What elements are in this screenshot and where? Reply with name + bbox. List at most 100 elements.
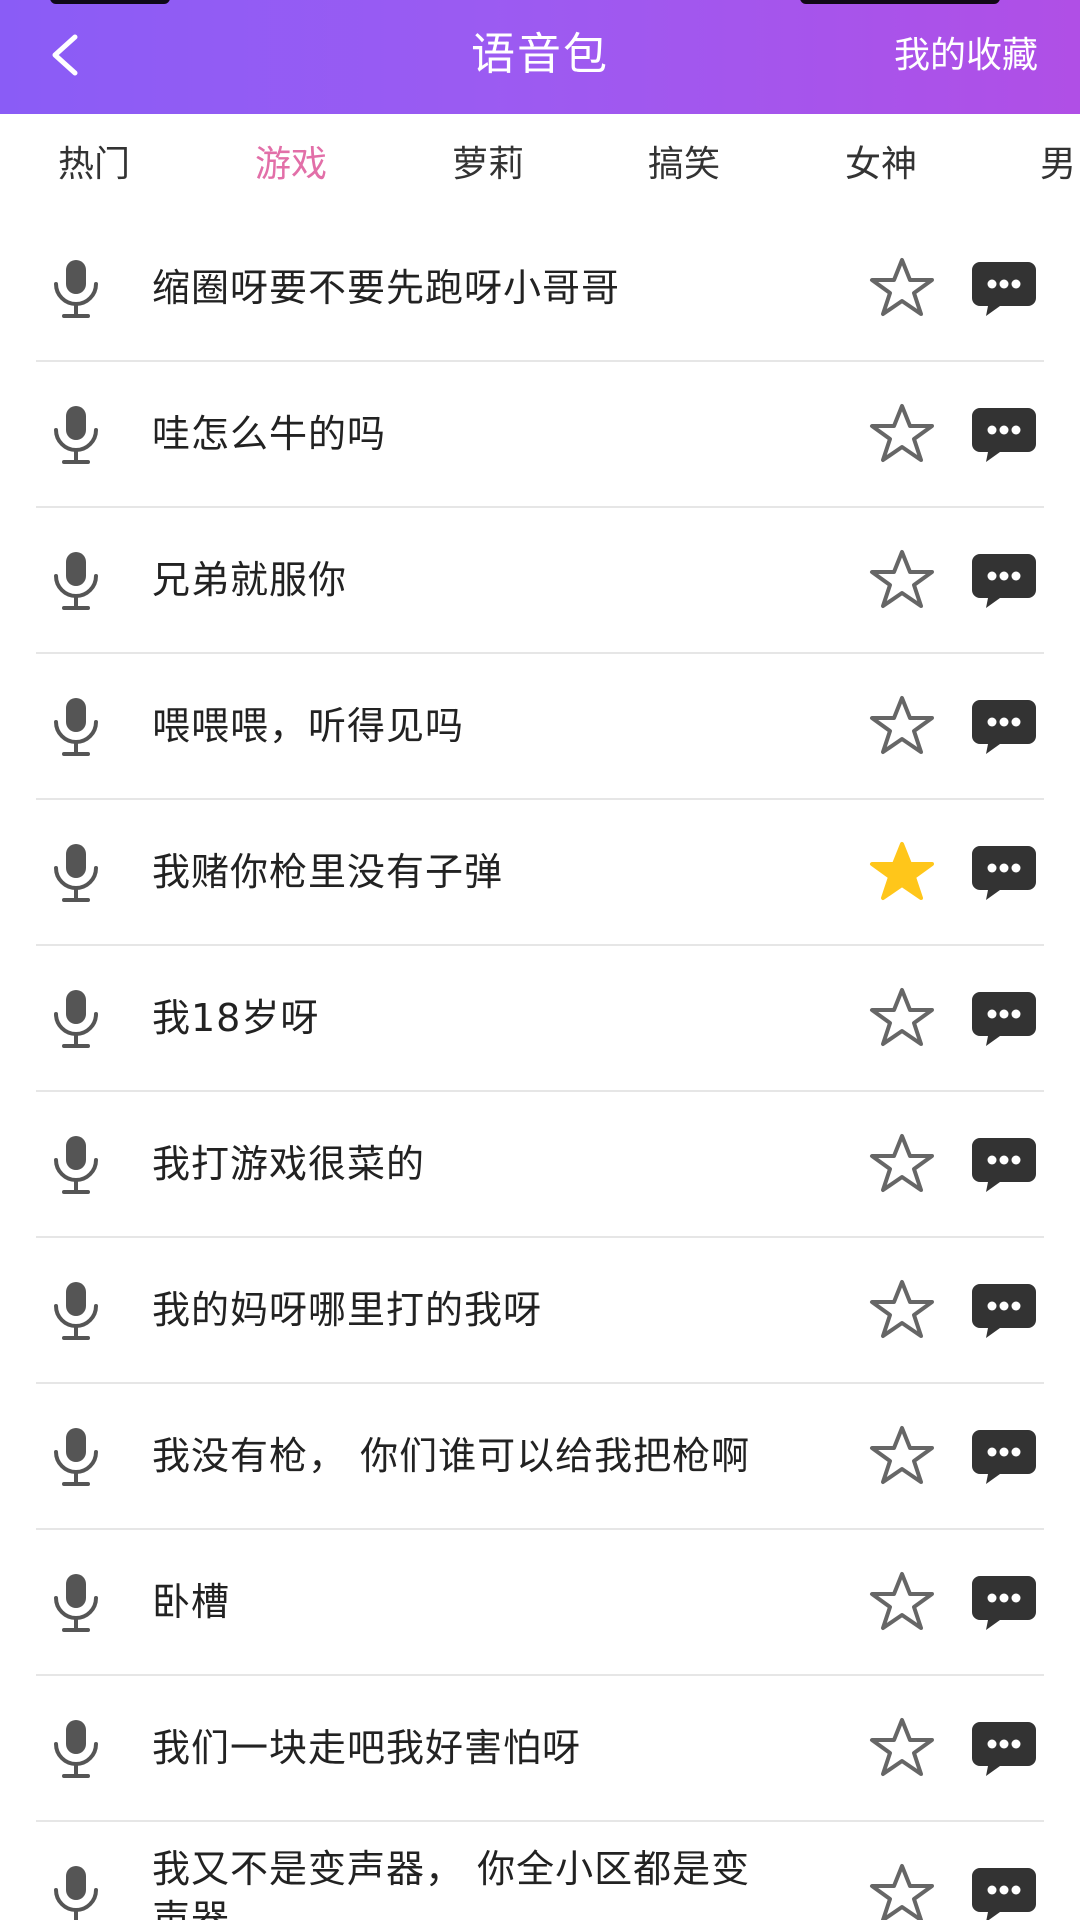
voice-item[interactable]: 卧槽 [36,1530,1044,1676]
send-message-button[interactable] [970,1720,1038,1780]
play-voice-button[interactable] [50,696,102,758]
star-filled-icon [870,842,934,900]
microphone-icon [54,260,98,318]
voice-item[interactable]: 我打游戏很菜的 [36,1092,1044,1238]
microphone-icon [54,1282,98,1340]
star-outline-icon [870,696,934,754]
send-message-button[interactable] [970,1282,1038,1342]
my-favorites-link[interactable]: 我的收藏 [894,26,1038,86]
play-voice-button[interactable] [50,1134,102,1196]
play-voice-button[interactable] [50,1864,102,1920]
play-voice-button[interactable] [50,404,102,466]
voice-item[interactable]: 我的妈呀哪里打的我呀 [36,1238,1044,1384]
send-message-button[interactable] [970,406,1038,466]
favorite-toggle[interactable] [868,694,936,758]
microphone-icon [54,844,98,902]
favorite-toggle[interactable] [868,1424,936,1488]
favorite-toggle[interactable] [868,1132,936,1196]
chat-bubble-icon [972,1284,1036,1338]
voice-item-text: 我打游戏很菜的 [152,1142,426,1186]
chat-bubble-icon [972,1576,1036,1630]
play-voice-button[interactable] [50,1280,102,1342]
star-outline-icon [870,1426,934,1484]
voice-list: 缩圈呀要不要先跑呀小哥哥 哇怎么牛的吗 兄弟就服你喂喂喂，听得见吗我赌你枪里没有子弹… [0,216,1080,1920]
voice-item[interactable]: 哇怎么牛的吗 [36,362,1044,508]
voice-item[interactable]: 喂喂喂，听得见吗 [36,654,1044,800]
play-voice-button[interactable] [50,550,102,612]
microphone-icon [54,1574,98,1632]
voice-pack-page: 语音包 我的收藏 热门 游戏 萝莉 搞笑 女神 男 缩圈呀要不要先跑呀小哥哥 哇怎么牛的吗兄… [0,0,1080,1920]
star-outline-icon [870,1864,934,1920]
star-outline-icon [870,1718,934,1776]
tab-5[interactable]: 男 [1040,140,1076,190]
microphone-icon [54,406,98,464]
microphone-icon [54,1428,98,1486]
voice-item[interactable]: 我赌你枪里没有子弹 [36,800,1044,946]
microphone-icon [54,1866,98,1920]
page-title: 语音包 [471,29,609,80]
voice-item-text: 缩圈呀要不要先跑呀小哥哥 [152,266,621,310]
favorite-toggle[interactable] [868,1570,936,1634]
play-voice-button[interactable] [50,258,102,320]
chevron-left-icon [52,34,78,76]
play-voice-button[interactable] [50,1718,102,1780]
send-message-button[interactable] [970,1866,1038,1920]
favorite-toggle[interactable] [868,986,936,1050]
top-app-bar: 语音包 我的收藏 [0,0,1080,114]
send-message-button[interactable] [970,1428,1038,1488]
play-voice-button[interactable] [50,1572,102,1634]
tab-2[interactable]: 萝莉 [452,140,524,190]
favorite-toggle[interactable] [868,840,936,904]
star-outline-icon [870,550,934,608]
chat-bubble-icon [972,700,1036,754]
voice-item-text: 卧槽 [152,1580,231,1624]
favorite-toggle[interactable] [868,256,936,320]
chat-bubble-icon [972,1430,1036,1484]
tab-0[interactable]: 热门 [58,140,130,190]
voice-item[interactable]: 我又不是变声器， 你全小区都是变声器 [36,1822,1044,1920]
play-voice-button[interactable] [50,842,102,904]
favorite-toggle[interactable] [868,548,936,612]
send-message-button[interactable] [970,552,1038,612]
send-message-button[interactable] [970,698,1038,758]
voice-item-text: 我没有枪， 你们谁可以给我把枪啊 [152,1434,751,1478]
favorite-toggle[interactable] [868,1862,936,1920]
send-message-button[interactable] [970,1574,1038,1634]
microphone-icon [54,1136,98,1194]
category-tabs: 热门 游戏 萝莉 搞笑 女神 男 [0,114,1080,214]
voice-item[interactable]: 我们一块走吧我好害怕呀 [36,1676,1044,1822]
voice-item-text: 我的妈呀哪里打的我呀 [152,1288,543,1332]
tab-3[interactable]: 搞笑 [648,140,720,190]
send-message-button[interactable] [970,1136,1038,1196]
back-button[interactable] [30,22,100,88]
status-bar-fragment [800,0,1000,4]
voice-item[interactable]: 缩圈呀要不要先跑呀小哥哥 [36,216,1044,362]
microphone-icon [54,990,98,1048]
favorite-toggle[interactable] [868,402,936,466]
voice-item-text: 我又不是变声器， 你全小区都是变声器 [152,1847,751,1920]
chat-bubble-icon [972,992,1036,1046]
voice-item[interactable]: 兄弟就服你 [36,508,1044,654]
star-outline-icon [870,1572,934,1630]
favorite-toggle[interactable] [868,1278,936,1342]
voice-item-text: 喂喂喂，听得见吗 [152,704,465,748]
star-outline-icon [870,1280,934,1338]
voice-item-text: 哇怎么牛的吗 [152,412,387,456]
voice-item-text: 兄弟就服你 [152,558,348,602]
tab-4[interactable]: 女神 [845,140,917,190]
favorite-toggle[interactable] [868,1716,936,1780]
send-message-button[interactable] [970,260,1038,320]
send-message-button[interactable] [970,990,1038,1050]
play-voice-button[interactable] [50,1426,102,1488]
chat-bubble-icon [972,262,1036,316]
tab-1[interactable]: 游戏 [255,140,327,190]
send-message-button[interactable] [970,844,1038,904]
voice-item-text: 我18岁呀 [152,996,320,1040]
chat-bubble-icon [972,1138,1036,1192]
voice-item[interactable]: 我没有枪， 你们谁可以给我把枪啊 [36,1384,1044,1530]
play-voice-button[interactable] [50,988,102,1050]
voice-item[interactable]: 我18岁呀 [36,946,1044,1092]
star-outline-icon [870,988,934,1046]
chat-bubble-icon [972,846,1036,900]
microphone-icon [54,698,98,756]
